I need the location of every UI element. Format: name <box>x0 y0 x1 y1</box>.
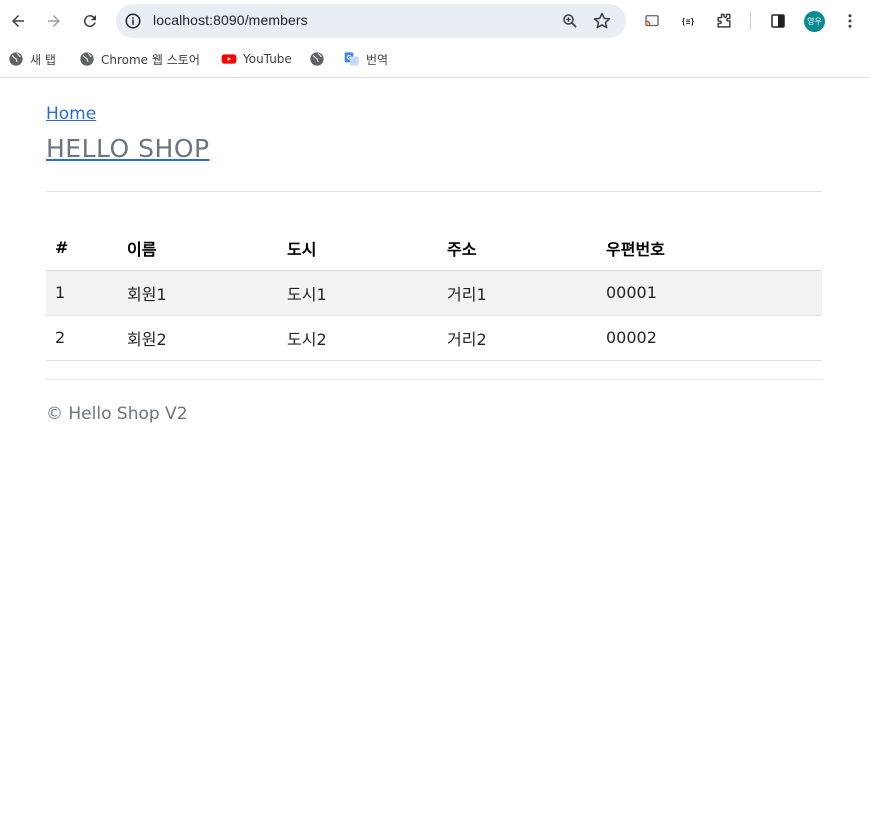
reload-button[interactable] <box>78 9 102 33</box>
cell-number: 1 <box>46 270 118 316</box>
bookmark-translate[interactable]: G 번역 <box>344 49 388 69</box>
site-info-icon[interactable] <box>124 12 142 30</box>
profile-avatar[interactable]: 영우 <box>804 11 825 32</box>
forward-arrow-icon <box>48 15 60 27</box>
back-button[interactable] <box>6 9 30 33</box>
column-header-city: 도시 <box>278 226 438 271</box>
column-header-zipcode: 우편번호 <box>597 226 822 271</box>
forward-button[interactable] <box>42 9 66 33</box>
chrome-menu-button[interactable] <box>840 11 860 31</box>
json-braces-icon: {≡} <box>681 17 695 26</box>
bookmark-globe[interactable] <box>309 49 331 69</box>
bookmark-label: 번역 <box>366 52 389 67</box>
cell-name: 회원2 <box>118 315 278 361</box>
browser-toolbar: localhost:8090/members {≡} 영우 <box>0 0 870 42</box>
translate-icon: G <box>344 51 360 67</box>
bookmark-label: Chrome 웹 스토어 <box>101 52 200 67</box>
table-header-row: # 이름 도시 주소 우편번호 <box>46 226 822 271</box>
svg-text:G: G <box>347 55 352 62</box>
side-panel-button[interactable] <box>768 11 788 31</box>
table-row: 1 회원1 도시1 거리1 00001 <box>46 270 822 316</box>
side-panel-icon <box>771 14 785 28</box>
column-header-name: 이름 <box>118 226 278 271</box>
cell-city: 도시1 <box>278 270 438 316</box>
bookmark-chrome-web-store[interactable]: Chrome 웹 스토어 <box>79 49 200 69</box>
globe-icon <box>79 51 95 67</box>
extensions-button[interactable] <box>714 11 734 31</box>
bookmark-new-tab[interactable]: 새 탭 <box>8 49 56 69</box>
footer-copyright: © Hello Shop V2 <box>46 404 188 424</box>
cell-number: 2 <box>46 315 118 361</box>
globe-icon <box>8 51 24 67</box>
json-extension-button[interactable]: {≡} <box>678 11 698 31</box>
cell-city: 도시2 <box>278 315 438 361</box>
bookmark-label: YouTube <box>243 52 292 66</box>
bookmark-youtube[interactable]: YouTube <box>221 49 292 69</box>
more-vertical-icon <box>848 14 852 28</box>
cast-button[interactable] <box>642 11 662 31</box>
youtube-icon <box>221 51 237 67</box>
bookmark-star-icon[interactable] <box>592 11 612 31</box>
header-divider <box>46 191 822 192</box>
zoom-icon[interactable] <box>561 12 579 30</box>
table-row: 2 회원2 도시2 거리2 00002 <box>46 315 822 361</box>
bookmarks-bar: 새 탭 Chrome 웹 스토어 YouTube G 번역 <box>0 42 870 78</box>
footer-divider <box>46 379 822 380</box>
toolbar-separator <box>750 12 751 30</box>
cell-zipcode: 00002 <box>597 315 822 361</box>
puzzle-icon <box>717 13 731 28</box>
globe-icon <box>309 51 325 67</box>
column-header-number: # <box>46 226 118 271</box>
bookmark-label: 새 탭 <box>30 52 56 67</box>
reload-icon <box>83 15 96 28</box>
back-arrow-icon <box>12 15 24 27</box>
cell-street: 거리2 <box>438 315 597 361</box>
brand-title-link[interactable]: HELLO SHOP <box>46 134 210 163</box>
svg-text:{≡}: {≡} <box>681 17 695 26</box>
column-header-street: 주소 <box>438 226 597 271</box>
home-link[interactable]: Home <box>46 104 96 124</box>
cast-icon <box>645 15 659 27</box>
address-bar[interactable]: localhost:8090/members <box>116 4 626 38</box>
cell-zipcode: 00001 <box>597 270 822 316</box>
cell-name: 회원1 <box>118 270 278 316</box>
members-table: # 이름 도시 주소 우편번호 1 회원1 도시1 거리1 00001 2 회원… <box>46 226 822 361</box>
url-text[interactable]: localhost:8090/members <box>153 12 308 28</box>
cell-street: 거리1 <box>438 270 597 316</box>
